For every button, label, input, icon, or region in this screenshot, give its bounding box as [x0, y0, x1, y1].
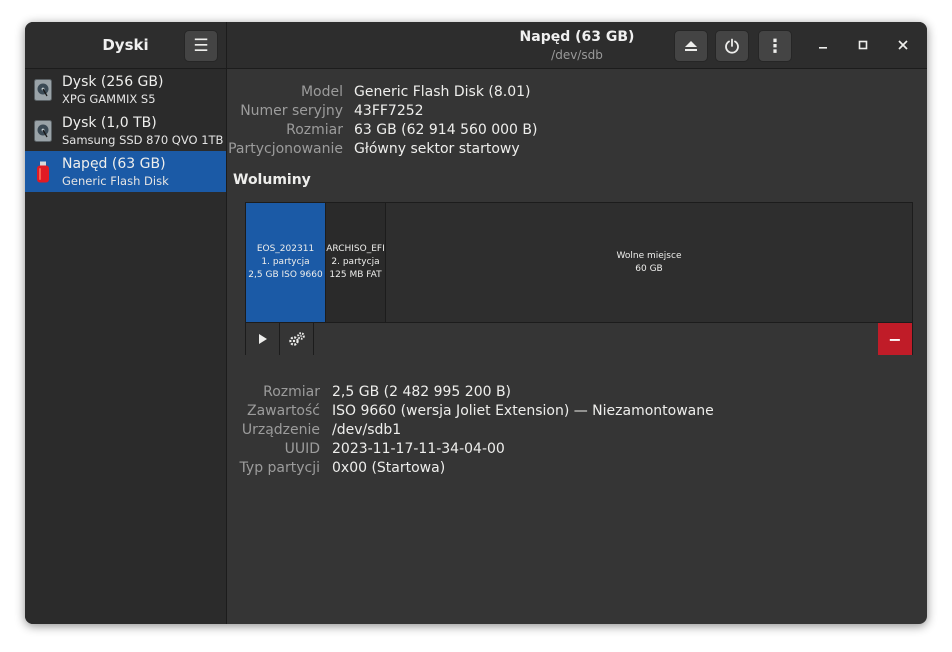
- model-value: Generic Flash Disk (8.01): [354, 84, 531, 100]
- partition-size: 2,5 GB ISO 9660: [248, 270, 323, 280]
- partition-number: 2. partycja: [331, 257, 380, 267]
- drive-list: Dysk (256 GB) XPG GAMMIX S5 Dysk (1,0 TB…: [25, 69, 227, 624]
- partition-size: 125 MB FAT: [329, 270, 382, 280]
- serial-label: Numer seryjny: [240, 103, 343, 119]
- disk-icon: [34, 79, 52, 101]
- drive-item-1tb[interactable]: Dysk (1,0 TB) Samsung SSD 870 QVO 1TB: [25, 110, 226, 151]
- size-label: Rozmiar: [286, 122, 343, 138]
- drive-model: Generic Flash Disk: [62, 174, 169, 188]
- drive-item-flash[interactable]: Napęd (63 GB) Generic Flash Disk: [25, 151, 226, 192]
- minimize-button[interactable]: [811, 33, 835, 57]
- volume-toolbar: −: [246, 322, 912, 355]
- usb-drive-icon: [37, 161, 49, 183]
- partition-1[interactable]: EOS_202311 1. partycja 2,5 GB ISO 9660: [246, 203, 325, 322]
- delete-partition-button[interactable]: −: [878, 323, 912, 355]
- maximize-button[interactable]: [851, 33, 875, 57]
- partition-label: ARCHISO_EFI: [326, 244, 385, 254]
- drive-name: Napęd (63 GB): [62, 156, 166, 172]
- header-bar: Napęd (63 GB) /dev/sdb ⋮: [227, 22, 927, 69]
- volumes-title: Woluminy: [233, 172, 311, 188]
- free-space[interactable]: Wolne miejsce 60 GB: [385, 203, 912, 322]
- window-subtitle: /dev/sdb: [551, 48, 603, 62]
- drive-item-256gb[interactable]: Dysk (256 GB) XPG GAMMIX S5: [25, 69, 226, 110]
- partitioning-value: Główny sektor startowy: [354, 141, 520, 157]
- partition-type-label: Typ partycji: [239, 460, 320, 476]
- window-title: Napęd (63 GB): [519, 29, 635, 45]
- close-button[interactable]: [891, 33, 915, 57]
- partition-settings-button[interactable]: [280, 323, 314, 355]
- partition-2[interactable]: ARCHISO_EFI 2. partycja 125 MB FAT: [325, 203, 385, 322]
- minimize-icon: [819, 47, 827, 49]
- drive-details: Model Generic Flash Disk (8.01) Numer se…: [227, 69, 927, 624]
- power-off-button[interactable]: [715, 30, 749, 62]
- close-icon: [898, 40, 908, 50]
- drive-model: XPG GAMMIX S5: [62, 92, 156, 106]
- gears-icon: [288, 332, 305, 346]
- play-icon: [258, 334, 267, 344]
- drive-name: Dysk (256 GB): [62, 74, 164, 90]
- size-value: 63 GB (62 914 560 000 B): [354, 122, 538, 138]
- maximize-icon: [858, 40, 868, 50]
- eject-icon: [685, 41, 697, 51]
- content-value: ISO 9660 (wersja Joliet Extension) — Nie…: [332, 403, 714, 419]
- partition-size-value: 2,5 GB (2 482 995 200 B): [332, 384, 512, 400]
- disk-icon: [34, 120, 52, 142]
- content-label: Zawartość: [246, 403, 320, 419]
- partition-number: 1. partycja: [261, 257, 310, 267]
- drive-menu-button[interactable]: ⋮: [758, 30, 792, 62]
- hamburger-icon: ☰: [193, 36, 209, 56]
- device-value: /dev/sdb1: [332, 422, 402, 438]
- uuid-label: UUID: [284, 441, 320, 457]
- minus-icon: −: [888, 329, 902, 349]
- partitioning-label: Partycjonowanie: [228, 141, 343, 157]
- sidebar-header: Dyski ☰: [25, 22, 227, 69]
- power-icon: [725, 38, 739, 54]
- free-space-label: Wolne miejsce: [616, 250, 682, 261]
- drive-name: Dysk (1,0 TB): [62, 115, 157, 131]
- free-space-size: 60 GB: [635, 263, 663, 274]
- vertical-dots-icon: ⋮: [766, 35, 784, 57]
- uuid-value: 2023-11-17-11-34-04-00: [332, 441, 505, 457]
- main-menu-button[interactable]: ☰: [184, 30, 218, 62]
- disks-window: Dyski ☰ Napęd (63 GB) /dev/sdb ⋮ Dysk (2…: [25, 22, 927, 624]
- drive-model: Samsung SSD 870 QVO 1TB: [62, 133, 224, 147]
- serial-value: 43FF7252: [354, 103, 424, 119]
- volume-map: EOS_202311 1. partycja 2,5 GB ISO 9660 A…: [245, 202, 913, 355]
- partition-size-label: Rozmiar: [263, 384, 320, 400]
- mount-button[interactable]: [246, 323, 280, 355]
- partition-label: EOS_202311: [256, 244, 315, 254]
- partition-type-value: 0x00 (Startowa): [332, 460, 446, 476]
- eject-button[interactable]: [674, 30, 708, 62]
- device-label: Urządzenie: [241, 422, 320, 438]
- model-label: Model: [300, 84, 343, 100]
